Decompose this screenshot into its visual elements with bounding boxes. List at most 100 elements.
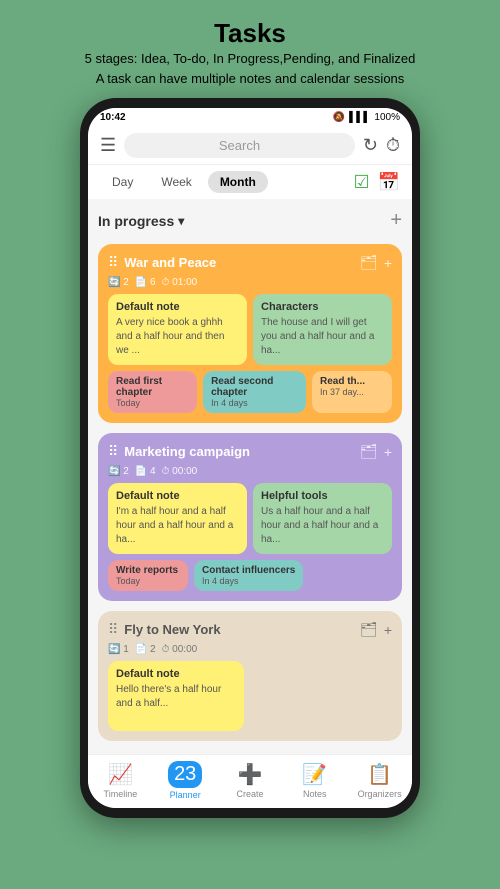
- content-area: In progress ▾ + ⠿ War and Peace 🗂 + 🔄 2: [88, 199, 412, 754]
- copy-icon[interactable]: 🗂: [360, 621, 378, 638]
- session-chip-2[interactable]: Read second chapter In 4 days: [203, 371, 306, 413]
- battery-text: 100%: [374, 112, 400, 123]
- task-meta: 🔄 2 📄 4 ⏱ 00:00: [108, 466, 392, 477]
- refresh-icon[interactable]: ↻: [363, 135, 378, 156]
- stage-add-button[interactable]: +: [390, 209, 402, 232]
- session-title: Contact influencers: [202, 565, 295, 576]
- stage-name: In progress: [98, 213, 174, 229]
- checklist-icon[interactable]: ☑: [353, 172, 369, 193]
- task-card-header: ⠿ Fly to New York 🗂 +: [108, 621, 392, 638]
- status-bar: 10:42 🔕 ▌▌▌ 100%: [88, 108, 412, 127]
- planner-icon: 23: [168, 761, 202, 788]
- nav-label-create: Create: [236, 789, 263, 799]
- timer-icon[interactable]: ⏱: [386, 135, 400, 156]
- session-sub: Today: [116, 576, 180, 586]
- copy-icon[interactable]: 🗂: [360, 443, 378, 460]
- menu-icon[interactable]: ☰: [100, 135, 116, 156]
- tab-day[interactable]: Day: [100, 171, 145, 193]
- task-sessions-count: 🔄 2: [108, 466, 129, 477]
- task-actions: 🗂 +: [360, 254, 392, 271]
- session-title: Read second chapter: [211, 376, 298, 398]
- task-duration: ⏱ 00:00: [162, 644, 198, 655]
- copy-icon[interactable]: 🗂: [360, 254, 378, 271]
- session-chip-3[interactable]: Read th... In 37 day...: [312, 371, 392, 413]
- task-card-header: ⠿ Marketing campaign 🗂 +: [108, 443, 392, 460]
- notes-row: Default note Hello there's a half hour a…: [108, 661, 392, 731]
- session-title: Read th...: [320, 376, 384, 387]
- tab-month[interactable]: Month: [208, 171, 268, 193]
- note-body: The house and I will get you and a half …: [261, 316, 384, 358]
- signal-icon: ▌▌▌: [349, 112, 370, 123]
- task-actions: 🗂 +: [360, 621, 392, 638]
- notes-icon: 📝: [302, 762, 327, 787]
- session-chip-1[interactable]: Read first chapter Today: [108, 371, 197, 413]
- task-notes-count: 📄 2: [135, 644, 156, 655]
- search-input[interactable]: Search: [124, 133, 355, 158]
- task-title: War and Peace: [124, 255, 360, 270]
- tab-week[interactable]: Week: [149, 171, 203, 193]
- drag-icon: ⠿: [108, 254, 118, 271]
- nav-organizers[interactable]: 📋 Organizers: [355, 762, 405, 799]
- task-title: Marketing campaign: [124, 444, 360, 459]
- task-add-icon[interactable]: +: [384, 255, 392, 271]
- nav-label-notes: Notes: [303, 789, 327, 799]
- phone-screen: 10:42 🔕 ▌▌▌ 100% ☰ Search ↻ ⏱ Day Week M…: [88, 108, 412, 808]
- note-title: Default note: [116, 668, 236, 680]
- nav-notes[interactable]: 📝 Notes: [290, 762, 340, 799]
- task-meta: 🔄 1 📄 2 ⏱ 00:00: [108, 644, 392, 655]
- task-sessions-count: 🔄 1: [108, 644, 129, 655]
- drag-icon: ⠿: [108, 621, 118, 638]
- drag-icon: ⠿: [108, 443, 118, 460]
- note-card-characters: Characters The house and I will get you …: [253, 294, 392, 365]
- session-chip-write[interactable]: Write reports Today: [108, 560, 188, 591]
- note-title: Default note: [116, 490, 239, 502]
- note-title: Default note: [116, 301, 239, 313]
- task-notes-count: 📄 6: [135, 277, 156, 288]
- note-body: A very nice book a ghhh and a half hour …: [116, 316, 239, 358]
- session-chip-contact[interactable]: Contact influencers In 4 days: [194, 560, 303, 591]
- note-card-helpful: Helpful tools Us a half hour and a half …: [253, 483, 392, 554]
- stage-header: In progress ▾ +: [98, 207, 402, 234]
- sessions-row: Read first chapter Today Read second cha…: [108, 371, 392, 413]
- nav-create[interactable]: ➕ Create: [225, 762, 275, 799]
- session-title: Write reports: [116, 565, 180, 576]
- sessions-row: Write reports Today Contact influencers …: [108, 560, 392, 591]
- note-body: Hello there's a half hour and a half...: [116, 683, 236, 711]
- session-title: Read first chapter: [116, 376, 189, 398]
- note-body: Us a half hour and a half hour and a hal…: [261, 505, 384, 547]
- task-duration: ⏱ 00:00: [162, 466, 198, 477]
- create-icon: ➕: [238, 762, 263, 787]
- notes-row: Default note I'm a half hour and a half …: [108, 483, 392, 554]
- page-subtitle1: 5 stages: Idea, To-do, In Progress,Pendi…: [85, 49, 416, 69]
- notes-row: Default note A very nice book a ghhh and…: [108, 294, 392, 365]
- nav-label-timeline: Timeline: [104, 789, 138, 799]
- app-toolbar: ☰ Search ↻ ⏱: [88, 127, 412, 165]
- task-duration: ⏱ 01:00: [162, 277, 198, 288]
- task-notes-count: 📄 4: [135, 466, 156, 477]
- task-title: Fly to New York: [124, 622, 360, 637]
- timeline-icon: 📈: [108, 762, 133, 787]
- note-title: Characters: [261, 301, 384, 313]
- note-title: Helpful tools: [261, 490, 384, 502]
- task-add-icon[interactable]: +: [384, 444, 392, 460]
- session-sub: Today: [116, 398, 189, 408]
- task-card-marketing: ⠿ Marketing campaign 🗂 + 🔄 2 📄 4 ⏱ 00:00…: [98, 433, 402, 601]
- calendar-icon[interactable]: 📅: [378, 172, 400, 193]
- status-time: 10:42: [100, 112, 126, 123]
- view-tabs: Day Week Month ☑ 📅: [88, 165, 412, 199]
- stage-label: In progress ▾: [98, 213, 184, 229]
- session-sub: In 4 days: [202, 576, 295, 586]
- stage-dropdown-icon[interactable]: ▾: [178, 214, 184, 228]
- note-body: I'm a half hour and a half hour and a ha…: [116, 505, 239, 547]
- nav-label-planner: Planner: [170, 790, 201, 800]
- nav-planner[interactable]: 23 Planner: [160, 761, 210, 800]
- note-card-default: Default note I'm a half hour and a half …: [108, 483, 247, 554]
- page-title: Tasks: [85, 18, 416, 49]
- nav-timeline[interactable]: 📈 Timeline: [95, 762, 145, 799]
- note-card-default: Default note A very nice book a ghhh and…: [108, 294, 247, 365]
- mute-icon: 🔕: [333, 112, 345, 123]
- page-subtitle2: A task can have multiple notes and calen…: [85, 69, 416, 89]
- nav-label-organizers: Organizers: [358, 789, 402, 799]
- task-add-icon[interactable]: +: [384, 622, 392, 638]
- task-sessions-count: 🔄 2: [108, 277, 129, 288]
